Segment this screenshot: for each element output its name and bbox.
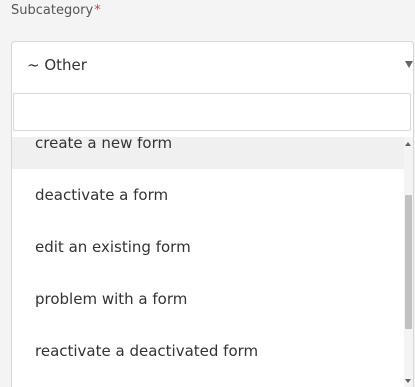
option-reactivate-a-deactivated-form[interactable]: reactivate a deactivated form xyxy=(12,325,405,377)
option-list: create a new form deactivate a form edit… xyxy=(12,137,405,387)
option-label: reactivate a deactivated form xyxy=(35,342,259,360)
subcategory-label-text: Subcategory xyxy=(11,3,94,18)
subcategory-dropdown: create a new form deactivate a form edit… xyxy=(11,88,414,387)
subcategory-select[interactable]: ~ Other xyxy=(11,41,414,89)
required-asterisk: * xyxy=(94,3,101,18)
option-label: edit an existing form xyxy=(35,238,191,256)
dropdown-search-input[interactable] xyxy=(13,93,411,131)
option-label: create a new form xyxy=(35,137,173,152)
scroll-down-icon[interactable] xyxy=(405,379,411,383)
option-deactivate-a-form[interactable]: deactivate a form xyxy=(12,169,405,221)
option-label: problem with a form xyxy=(35,290,188,308)
option-edit-an-existing-form[interactable]: edit an existing form xyxy=(12,221,405,273)
caret-down-icon[interactable] xyxy=(405,61,413,68)
subcategory-label: Subcategory* xyxy=(11,3,101,18)
scroll-thumb[interactable] xyxy=(405,195,412,329)
option-problem-with-a-form[interactable]: problem with a form xyxy=(12,273,405,325)
option-create-a-new-form[interactable]: create a new form xyxy=(12,137,405,169)
scroll-up-icon[interactable] xyxy=(405,142,411,146)
option-label: deactivate a form xyxy=(35,186,169,204)
dropdown-scrollbar[interactable] xyxy=(404,137,413,387)
dropdown-search xyxy=(12,88,413,138)
selected-value: ~ Other xyxy=(27,56,87,74)
